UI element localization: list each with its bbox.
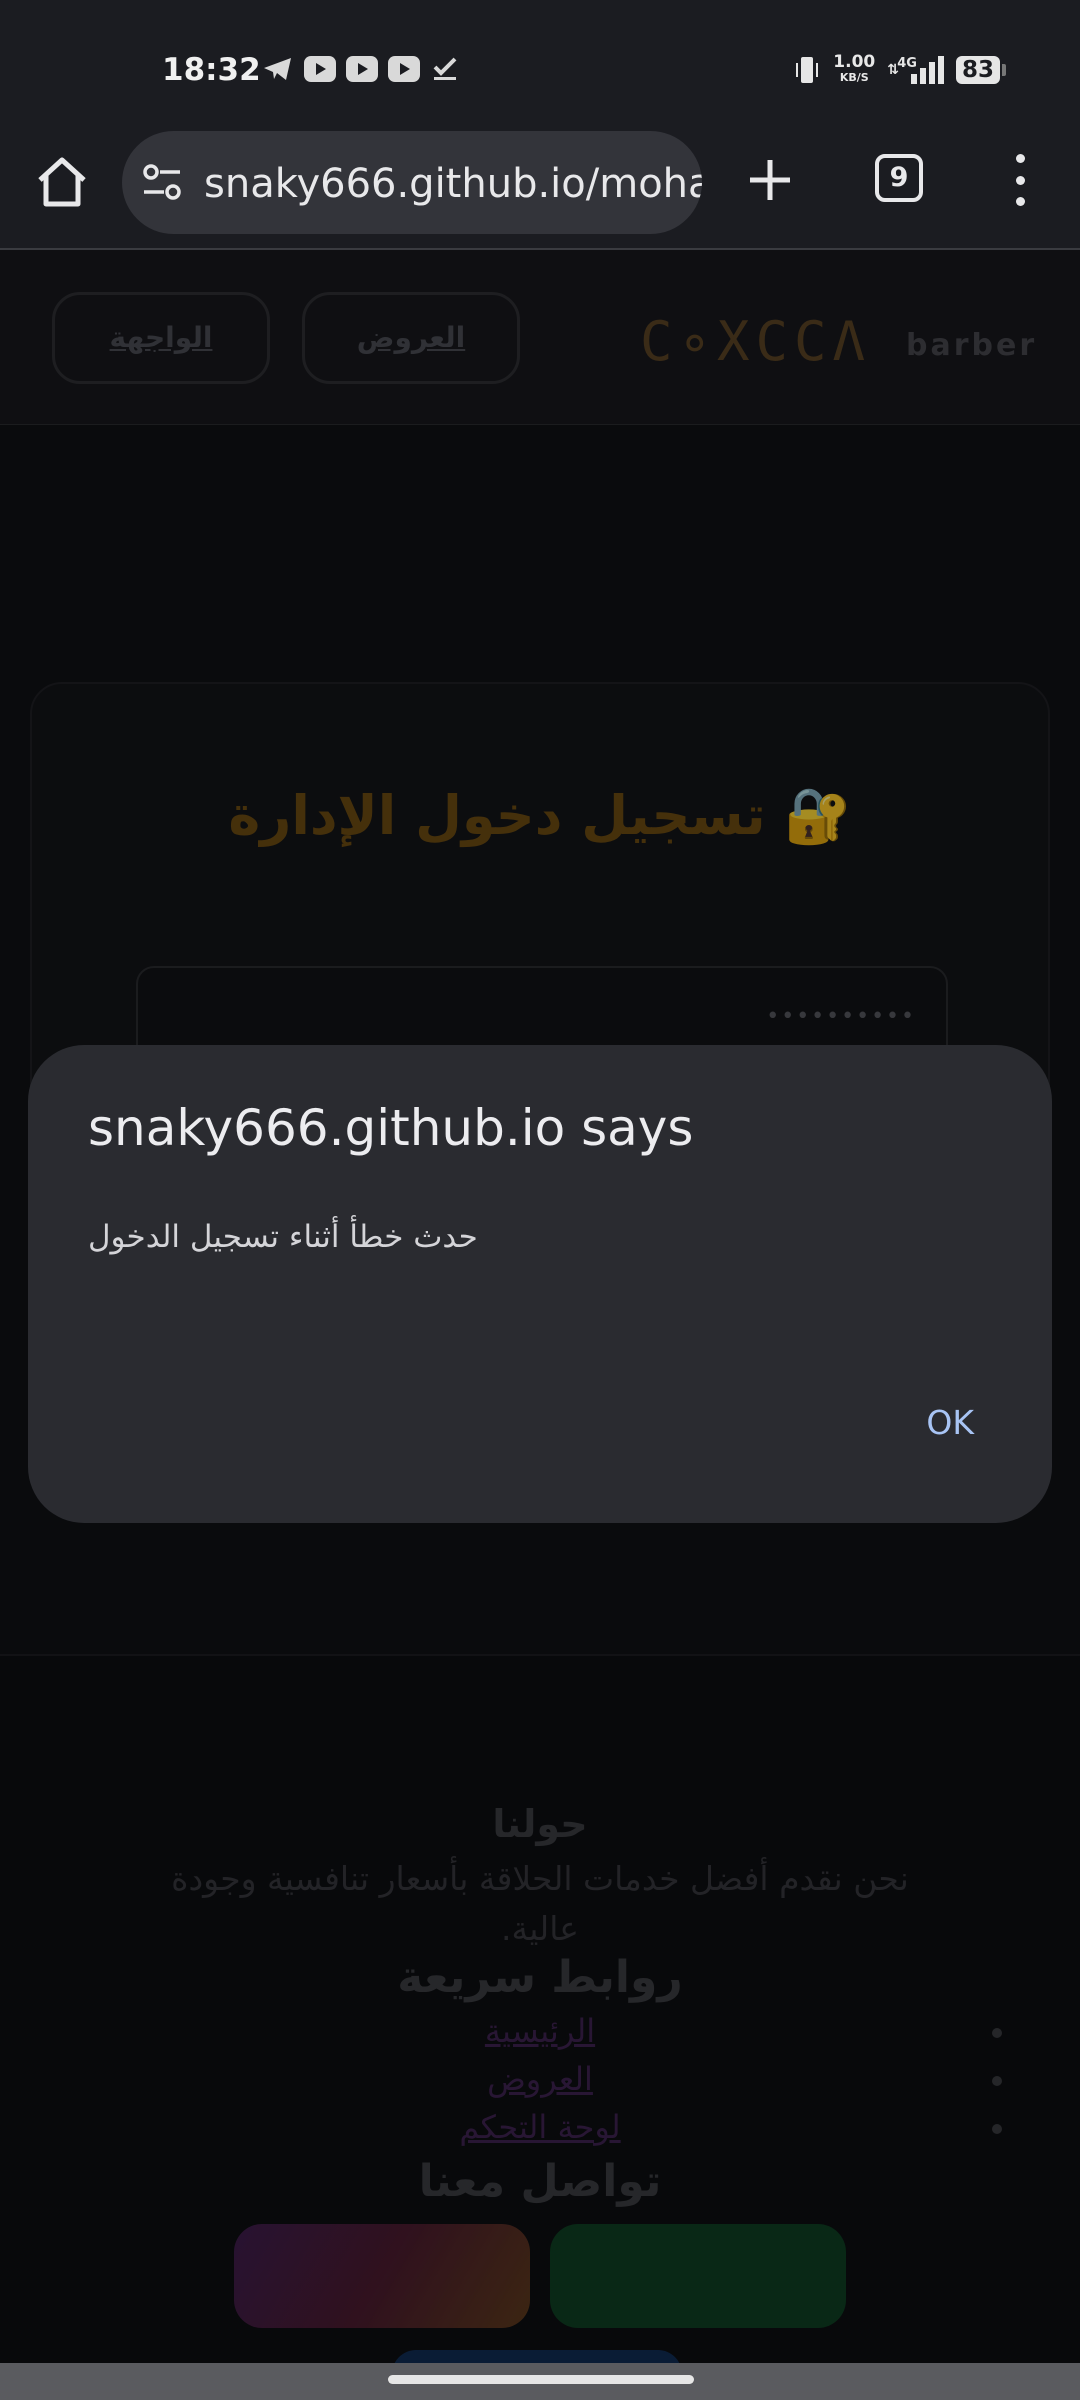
network-speed: 1.00 KB/S — [833, 52, 876, 85]
youtube-icon — [388, 56, 420, 82]
gesture-handle[interactable] — [388, 2375, 694, 2384]
check-icon — [433, 57, 457, 80]
dialog-title: snaky666.github.io says — [88, 1099, 694, 1157]
status-time: 18:32 — [162, 52, 261, 88]
url-text[interactable]: snaky666.github.io/mohan — [204, 161, 702, 207]
status-right-icons: 1.00 KB/S 4G ⇅ 83 — [793, 52, 1007, 86]
dialog-message: حدث خطأ أثناء تسجيل الدخول — [88, 1219, 478, 1255]
alert-dialog: snaky666.github.io says حدث خطأ أثناء تس… — [28, 1045, 1052, 1523]
browser-toolbar: snaky666.github.io/mohan 9 — [0, 124, 1080, 250]
notification-icons — [262, 56, 462, 82]
site-settings-icon[interactable] — [142, 163, 182, 201]
youtube-icon — [304, 56, 336, 82]
tab-switcher-button[interactable]: 9 — [875, 154, 923, 202]
youtube-icon — [346, 56, 378, 82]
vibrate-icon — [796, 57, 819, 83]
telegram-icon — [264, 58, 291, 80]
battery-icon: 83 — [955, 56, 1007, 84]
data-arrows-icon: 4G ⇅ — [887, 56, 917, 78]
home-icon[interactable] — [34, 154, 90, 210]
new-tab-icon[interactable] — [744, 154, 796, 206]
address-bar[interactable]: snaky666.github.io/mohan — [122, 131, 702, 234]
ok-button[interactable]: OK — [918, 1391, 982, 1454]
status-bar: 18:32 1.00 KB/S 4G ⇅ 83 — [0, 0, 1080, 124]
more-menu-icon[interactable] — [1010, 154, 1030, 206]
system-nav-bar — [0, 2363, 1080, 2400]
